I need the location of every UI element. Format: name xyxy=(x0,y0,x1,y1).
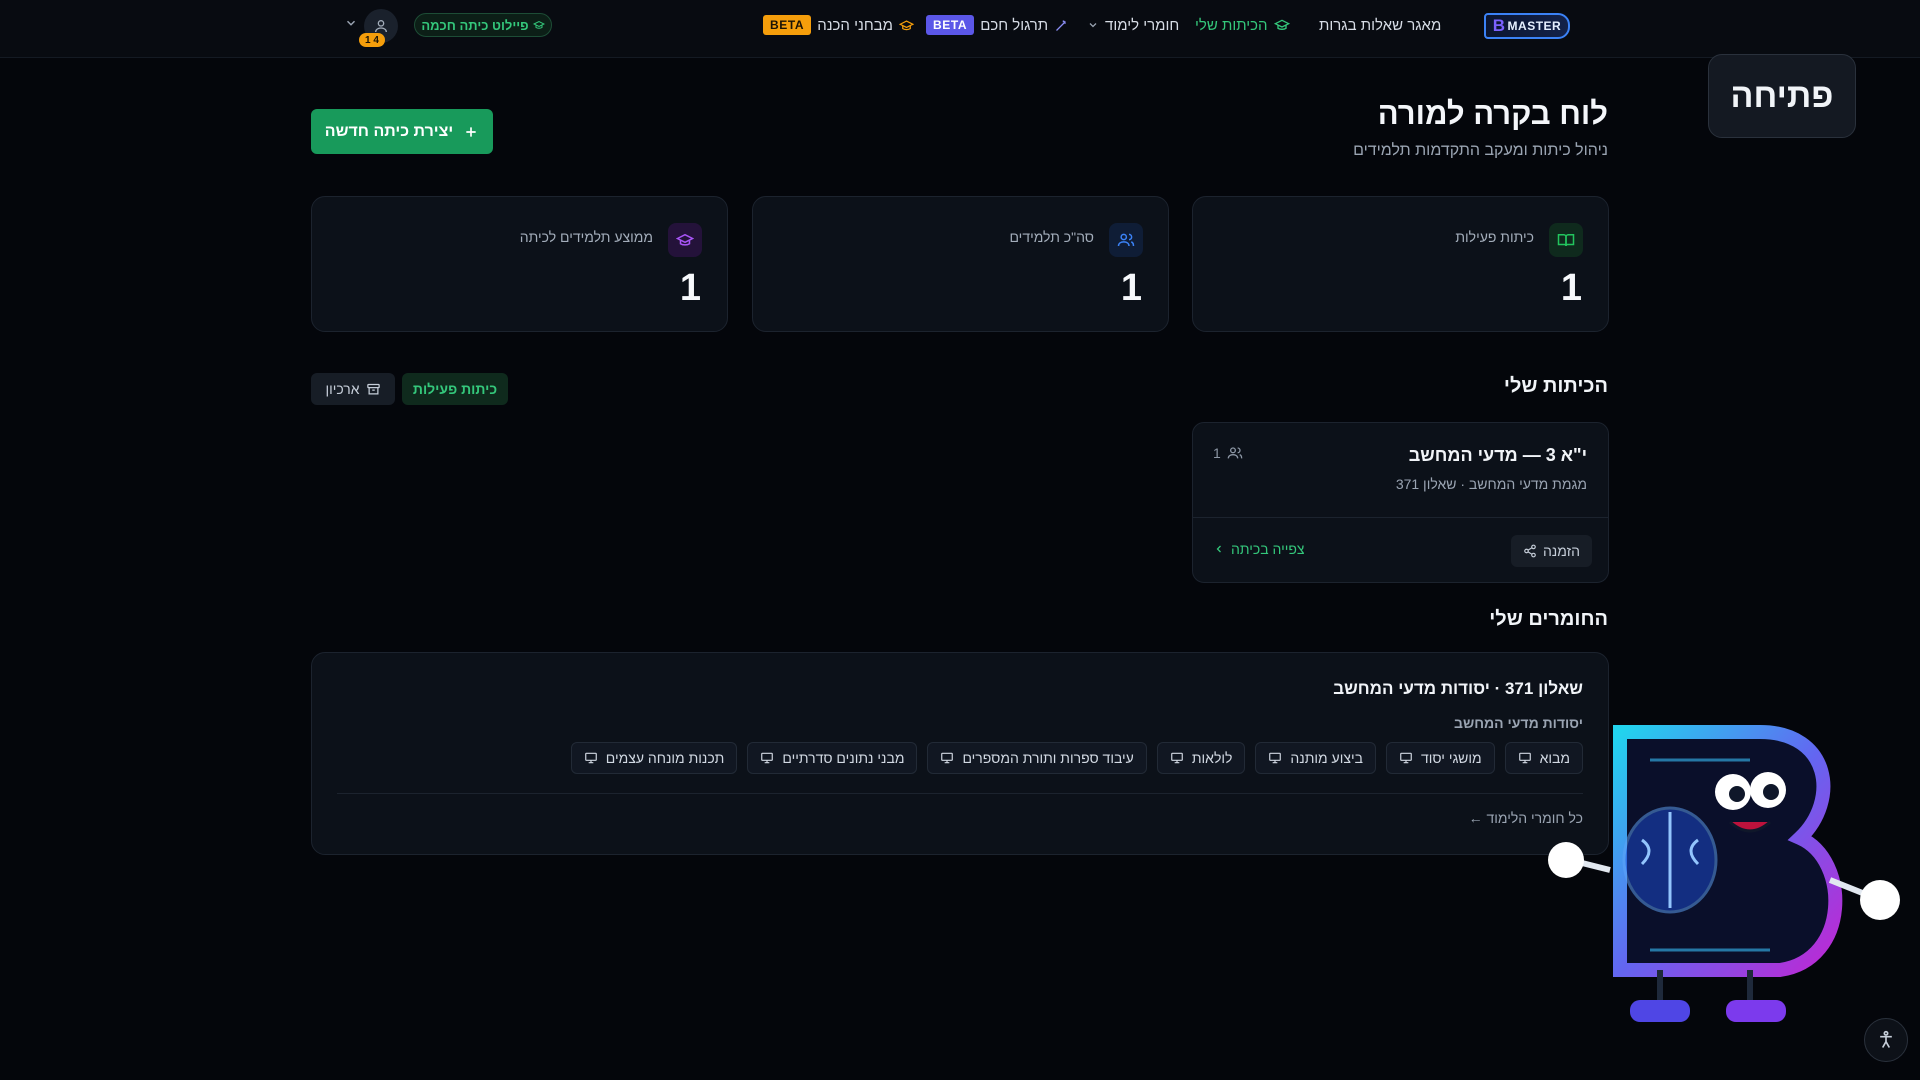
student-count-value: 1 xyxy=(1213,445,1221,461)
accessibility-button[interactable] xyxy=(1864,1018,1908,1062)
topic-chip-label: תכנות מונחה עצמים xyxy=(605,750,725,766)
stat-label: סה"כ תלמידים xyxy=(1009,229,1094,245)
topic-chip[interactable]: תכנות מונחה עצמים xyxy=(570,742,738,774)
presentation-icon xyxy=(584,752,597,764)
stat-card-total-students: סה"כ תלמידים 1 xyxy=(752,196,1169,332)
user-icon xyxy=(375,20,387,33)
topic-chip-label: מבני נתונים סדרתיים xyxy=(782,750,905,766)
stat-value: 1 xyxy=(1560,267,1582,309)
class-name: י"א 3 — מדעי המחשב xyxy=(1408,445,1587,465)
topic-chip-label: לולאות xyxy=(1191,750,1233,766)
accessibility-icon xyxy=(1880,1030,1892,1048)
logo-letter: B xyxy=(1492,16,1506,35)
topic-chip-label: עיבוד ספרות ותורת המספרים xyxy=(962,750,1134,766)
my-classes-heading: הכיתות שלי xyxy=(1503,375,1608,397)
presentation-icon xyxy=(941,752,954,764)
card-divider xyxy=(1193,517,1608,518)
nav-study-materials[interactable]: חומרי לימוד xyxy=(1087,0,1179,50)
plus-icon xyxy=(466,126,476,137)
chevron-down-icon xyxy=(1089,23,1097,28)
chevron-left-icon xyxy=(1216,545,1221,553)
stat-label: ממוצע תלמידים לכיתה xyxy=(519,229,653,245)
presentation-icon xyxy=(761,752,774,764)
presentation-icon xyxy=(1269,752,1282,764)
stat-card-active-classes: כיתות פעילות 1 xyxy=(1192,196,1609,332)
nav-study-materials-label: חומרי לימוד xyxy=(1105,16,1180,34)
topic-chip[interactable]: עיבוד ספרות ותורת המספרים xyxy=(927,742,1147,774)
share-icon xyxy=(1524,544,1536,558)
open-button[interactable]: פתיחה xyxy=(1708,54,1856,138)
card-divider xyxy=(337,793,1583,794)
smart-class-pilot-badge[interactable]: פיילוט כיתה חכמה xyxy=(414,13,552,37)
materials-card: שאלון 371 · יסודות מדעי המחשב יסודות מדע… xyxy=(311,652,1609,855)
chevron-down-icon[interactable] xyxy=(344,16,358,30)
topic-chip[interactable]: לולאות xyxy=(1156,742,1246,774)
topic-chip[interactable]: ביצוע מותנה xyxy=(1255,742,1376,774)
b-master-logo[interactable]: B MASTER xyxy=(1484,13,1570,39)
topic-chip[interactable]: מושגי יסוד xyxy=(1386,742,1495,774)
student-count: 1 xyxy=(1213,445,1243,461)
nav-question-bank-label: מאגר שאלות בגרות xyxy=(1319,16,1442,34)
create-class-label: יצירת כיתה חדשה xyxy=(324,122,454,140)
presentation-icon xyxy=(1400,752,1412,764)
magic-wand-icon xyxy=(1056,20,1066,31)
tab-archive-label: ארכיון xyxy=(325,381,360,397)
nav-question-bank[interactable]: מאגר שאלות בגרות xyxy=(1319,0,1441,50)
nav-my-classes[interactable]: הכיתות שלי xyxy=(1195,0,1290,50)
book-open-icon xyxy=(1549,223,1583,257)
top-navigation-bar: B MASTER מאגר שאלות בגרות הכיתות שלי חומ… xyxy=(0,0,1920,58)
logo-text: MASTER xyxy=(1507,19,1562,33)
create-class-button[interactable]: יצירת כיתה חדשה xyxy=(311,109,493,154)
archive-icon xyxy=(366,383,380,394)
b-mascot-illustration xyxy=(1548,725,1900,1022)
nav-smart-practice[interactable]: BETA תרגול חכם xyxy=(926,0,1069,50)
graduation-cap-icon xyxy=(668,223,702,257)
streak-badge: 1 4 xyxy=(359,33,385,47)
users-icon xyxy=(1227,447,1243,459)
nav-my-classes-label: הכיתות שלי xyxy=(1195,16,1268,34)
topic-chip[interactable]: מבני נתונים סדרתיים xyxy=(747,742,918,774)
beta-badge: BETA xyxy=(926,15,975,35)
stat-value: 1 xyxy=(1120,267,1142,309)
nav-smart-practice-label: תרגול חכם xyxy=(980,16,1049,34)
page-title: לוח בקרה למורה xyxy=(1377,96,1608,131)
class-card[interactable]: י"א 3 — מדעי המחשב מגמת מדעי המחשב · שאל… xyxy=(1192,422,1609,583)
topic-chip-label: מושגי יסוד xyxy=(1421,750,1482,766)
view-class-link[interactable]: צפייה בכיתה xyxy=(1213,541,1305,557)
course-title: שאלון 371 · יסודות מדעי המחשב xyxy=(1333,679,1583,698)
graduation-cap-icon xyxy=(898,19,914,30)
nav-prep-exams-label: מבחני הכנה xyxy=(817,16,893,34)
invite-button[interactable]: הזמנה xyxy=(1510,535,1592,567)
topic-chips: מבוא מושגי יסוד ביצוע מותנה לולאות עיבוד… xyxy=(570,742,1583,774)
tab-active-classes[interactable]: כיתות פעילות xyxy=(402,373,508,405)
class-meta: מגמת מדעי המחשב · שאלון 371 xyxy=(1395,476,1587,492)
graduation-cap-icon xyxy=(1273,19,1290,30)
page-subtitle: ניהול כיתות ומעקב התקדמות תלמידים xyxy=(1353,142,1608,159)
stat-card-avg-students: ממוצע תלמידים לכיתה 1 xyxy=(311,196,728,332)
nav-prep-exams[interactable]: BETA מבחני הכנה xyxy=(763,0,914,50)
presentation-icon xyxy=(1171,752,1183,764)
view-class-label: צפייה בכיתה xyxy=(1231,541,1305,557)
pilot-label: פיילוט כיתה חכמה xyxy=(421,17,529,33)
stat-value: 1 xyxy=(679,267,701,309)
my-materials-heading: החומרים שלי xyxy=(1489,608,1608,630)
beta-badge: BETA xyxy=(763,15,812,35)
topic-chip-label: ביצוע מותנה xyxy=(1290,750,1363,766)
stat-label: כיתות פעילות xyxy=(1455,229,1534,245)
tab-archive[interactable]: ארכיון xyxy=(311,373,395,405)
graduation-cap-icon xyxy=(532,20,545,29)
invite-label: הזמנה xyxy=(1542,543,1580,559)
users-icon xyxy=(1109,223,1143,257)
